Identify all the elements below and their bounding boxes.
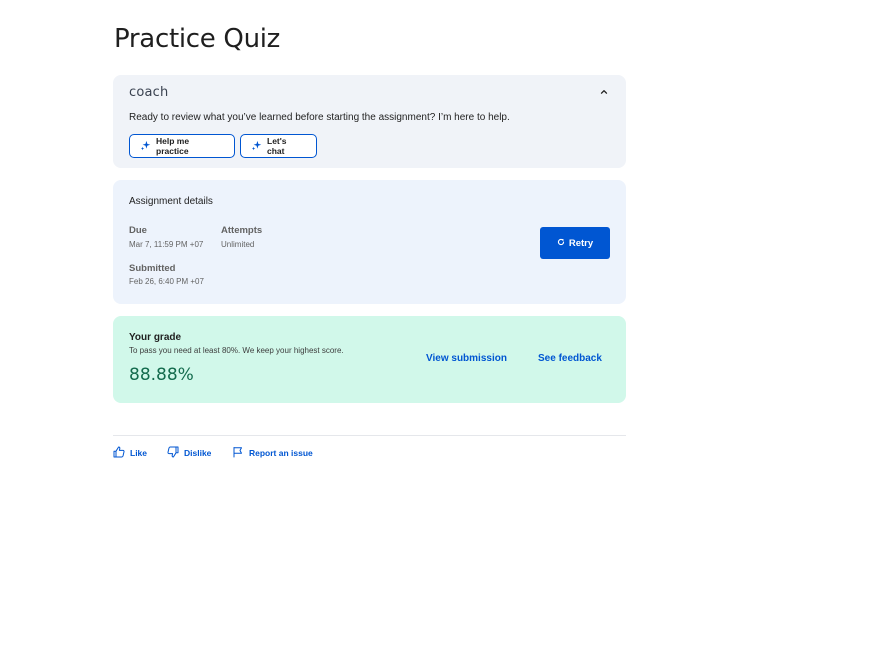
coach-message: Ready to review what you’ve learned befo…	[129, 112, 510, 123]
report-issue-label: Report an issue	[249, 448, 313, 458]
divider	[113, 435, 626, 436]
retry-button[interactable]: Retry	[540, 227, 610, 259]
attempts-label: Attempts	[221, 225, 263, 236]
help-me-practice-button[interactable]: Help me practice	[129, 134, 235, 158]
grade-heading: Your grade	[129, 332, 182, 343]
see-feedback-link[interactable]: See feedback	[538, 353, 602, 364]
assignment-details-panel: Assignment details Due Mar 7, 11:59 PM +…	[113, 180, 626, 304]
sparkle-icon	[251, 140, 262, 153]
grade-subtext: To pass you need at least 80%. We keep y…	[129, 346, 344, 355]
due-label: Due	[129, 225, 147, 236]
coach-panel: coach Ready to review what you’ve learne…	[113, 75, 626, 168]
dislike-label: Dislike	[184, 448, 212, 458]
coach-logo: coach	[129, 85, 169, 100]
retry-label: Retry	[568, 237, 594, 249]
grade-score: 88.88%	[129, 365, 194, 385]
attempts-value: Unlimited	[221, 240, 255, 249]
help-me-practice-label: Help me practice	[156, 136, 190, 156]
flag-icon	[232, 446, 244, 460]
like-label: Like	[130, 448, 148, 458]
like-button[interactable]: Like	[113, 446, 147, 460]
dislike-button[interactable]: Dislike	[167, 446, 211, 460]
sparkle-icon	[140, 140, 151, 153]
view-submission-link[interactable]: View submission	[426, 353, 507, 364]
grade-panel: Your grade To pass you need at least 80%…	[113, 316, 626, 403]
submitted-label: Submitted	[129, 263, 176, 274]
assignment-details-heading: Assignment details	[129, 196, 213, 207]
thumbs-down-icon	[167, 446, 179, 460]
page-title: Practice Quiz	[114, 24, 281, 54]
page: Practice Quiz coach Ready to review what…	[0, 0, 876, 649]
chevron-up-icon[interactable]	[597, 85, 611, 99]
lets-chat-label: Let's chat	[267, 136, 287, 156]
submitted-value: Feb 26, 6:40 PM +07	[129, 277, 204, 286]
lets-chat-button[interactable]: Let's chat	[240, 134, 317, 158]
refresh-icon	[557, 238, 565, 249]
thumbs-up-icon	[113, 446, 125, 460]
report-issue-button[interactable]: Report an issue	[232, 446, 313, 460]
due-value: Mar 7, 11:59 PM +07	[129, 240, 204, 249]
